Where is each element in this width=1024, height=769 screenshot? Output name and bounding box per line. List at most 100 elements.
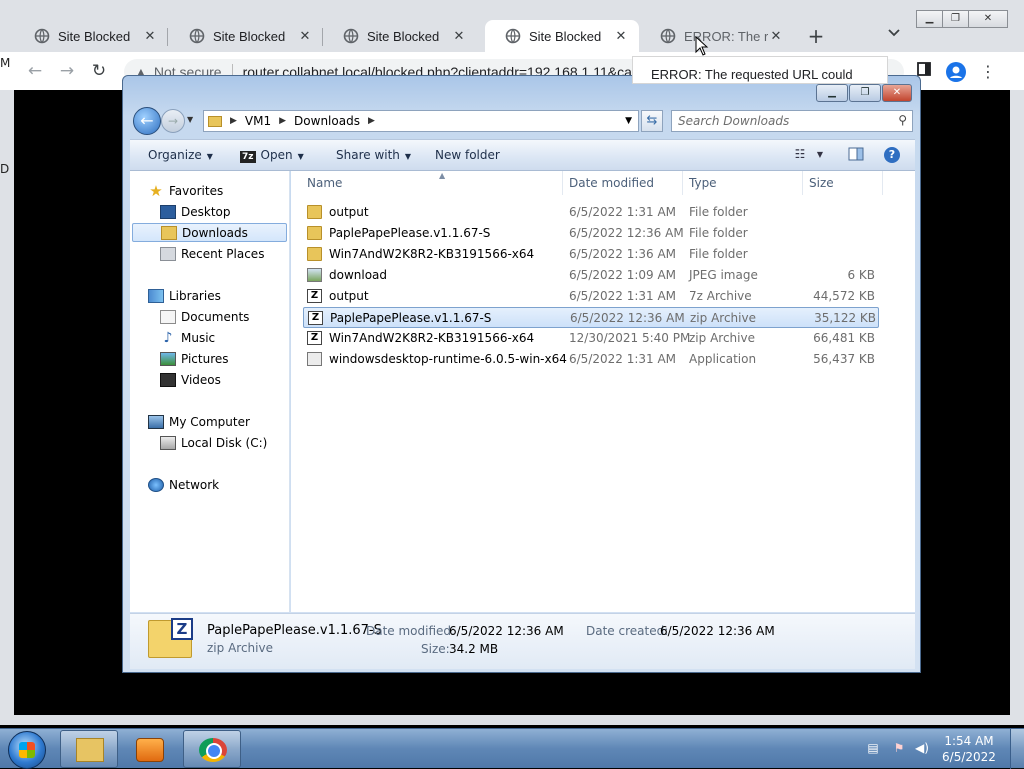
nav-recent-places[interactable]: Recent Places [160, 244, 264, 263]
view-dropdown-icon[interactable]: ▼ [814, 147, 826, 163]
history-dropdown-icon[interactable]: ▼ [187, 115, 193, 124]
help-icon[interactable]: ? [884, 147, 900, 163]
file-row[interactable]: output 6/5/2022 1:31 AM File folder [303, 202, 879, 223]
browser-maximize-button[interactable]: ❐ [942, 10, 969, 28]
nav-favorites[interactable]: ★ Favorites [148, 181, 223, 200]
tab-site-blocked-active[interactable]: Site Blocked ✕ [485, 20, 639, 52]
windows-logo-icon [19, 742, 35, 758]
breadcrumb-arrow-icon[interactable]: ▶ [368, 116, 375, 126]
archive-icon: Z [307, 331, 322, 345]
nav-label: Pictures [181, 351, 229, 366]
search-placeholder: Search Downloads [678, 114, 790, 128]
tab-close-icon[interactable]: ✕ [297, 28, 313, 44]
tab-close-icon[interactable]: ✕ [451, 28, 467, 44]
nav-videos[interactable]: Videos [160, 370, 221, 389]
globe-icon [189, 28, 205, 44]
organize-button[interactable]: Organize ▼ [148, 148, 213, 162]
taskbar-chrome-button[interactable] [183, 730, 241, 768]
breadcrumb-downloads[interactable]: Downloads [294, 114, 360, 128]
file-date: 6/5/2022 1:31 AM [569, 205, 677, 219]
explorer-close-button[interactable]: ✕ [882, 84, 912, 102]
file-name: windowsdesktop-runtime-6.0.5-win-x64 [329, 352, 567, 366]
explorer-search-input[interactable]: Search Downloads ⚲ [671, 110, 913, 132]
mouse-cursor-icon [695, 36, 709, 56]
archive-glyph: Z [171, 618, 193, 640]
file-name: output [329, 205, 369, 219]
column-header-name[interactable]: Name ▲ [301, 171, 563, 195]
share-with-label: Share with [336, 148, 400, 162]
new-folder-button[interactable]: New folder [435, 148, 500, 162]
globe-icon [343, 28, 359, 44]
file-row[interactable]: Z Win7AndW2K8R2-KB3191566-x64 12/30/2021… [303, 328, 879, 349]
profile-avatar-icon[interactable] [946, 62, 966, 82]
tab-site-blocked-2[interactable]: Site Blocked ✕ [169, 20, 323, 52]
file-row[interactable]: windowsdesktop-runtime-6.0.5-win-x64 6/5… [303, 349, 879, 370]
file-row[interactable]: Z output 6/5/2022 1:31 AM 7z Archive 44,… [303, 286, 879, 307]
view-options-icon[interactable]: ☷ [792, 147, 808, 163]
open-button[interactable]: 7z Open ▼ [240, 148, 304, 163]
forward-arrow-icon[interactable]: → [56, 60, 78, 82]
nav-libraries[interactable]: Libraries [148, 286, 221, 305]
share-with-button[interactable]: Share with ▼ [336, 148, 411, 162]
taskbar-media-player-button[interactable] [120, 730, 178, 768]
tab-site-blocked-1[interactable]: Site Blocked ✕ [14, 20, 168, 52]
tab-close-icon[interactable]: ✕ [768, 28, 784, 44]
show-desktop-button[interactable] [1010, 729, 1024, 769]
file-type: Application [689, 352, 757, 366]
nav-downloads[interactable]: Downloads [132, 223, 287, 242]
details-date-modified-label: Date modified: [366, 624, 456, 638]
file-size: 44,572 KB [813, 289, 875, 303]
nav-music[interactable]: ♪ Music [160, 328, 216, 347]
explorer-minimize-button[interactable]: ▁ [816, 84, 848, 102]
new-tab-button[interactable]: + [806, 26, 826, 46]
nav-pictures[interactable]: Pictures [160, 349, 229, 368]
tab-site-blocked-3[interactable]: Site Blocked ✕ [323, 20, 477, 52]
system-clock[interactable]: 1:54 AM 6/5/2022 [938, 733, 1000, 765]
nav-local-disk[interactable]: Local Disk (C:) [160, 433, 267, 452]
globe-icon [660, 28, 676, 44]
details-file-name: PaplePapePlease.v1.1.67-S [207, 623, 382, 638]
page-edge-text-2: D [0, 162, 10, 176]
tab-strip: Site Blocked ✕ Site Blocked ✕ Site Block… [0, 0, 1024, 52]
explorer-refresh-icon[interactable]: ⇆ [641, 110, 663, 132]
breadcrumb-vm1[interactable]: VM1 [245, 114, 271, 128]
explorer-forward-icon[interactable]: → [161, 109, 185, 133]
tray-action-center-icon[interactable]: ⚑ [892, 741, 906, 755]
tab-label: Site Blocked [529, 28, 602, 44]
explorer-maximize-button[interactable]: ❐ [849, 84, 881, 102]
tab-close-icon[interactable]: ✕ [142, 28, 158, 44]
explorer-breadcrumb[interactable]: ▶ VM1 ▶ Downloads ▶ ▼ [203, 110, 639, 132]
menu-kebab-icon[interactable]: ⋮ [978, 62, 998, 82]
browser-minimize-button[interactable]: ▁ [916, 10, 943, 28]
file-row[interactable]: Win7AndW2K8R2-KB3191566-x64 6/5/2022 1:3… [303, 244, 879, 265]
column-header-size[interactable]: Size [803, 171, 883, 195]
nav-documents[interactable]: Documents [160, 307, 249, 326]
reload-icon[interactable]: ↻ [88, 60, 110, 82]
address-dropdown-icon[interactable]: ▼ [625, 116, 632, 126]
explorer-back-icon[interactable]: ← [133, 107, 161, 135]
search-icon[interactable]: ⚲ [898, 113, 907, 127]
preview-pane-icon[interactable] [848, 147, 864, 163]
file-name: download [329, 268, 388, 282]
tab-close-icon[interactable]: ✕ [613, 28, 629, 44]
column-label: Type [689, 176, 717, 190]
tab-error[interactable]: ERROR: The requ ✕ [640, 20, 794, 52]
file-row[interactable]: PaplePapePlease.v1.1.67-S 6/5/2022 12:36… [303, 223, 879, 244]
breadcrumb-arrow-icon[interactable]: ▶ [279, 116, 286, 126]
browser-close-button[interactable]: ✕ [968, 10, 1008, 28]
taskbar-explorer-button[interactable] [60, 730, 118, 768]
file-row[interactable]: download 6/5/2022 1:09 AM JPEG image 6 K… [303, 265, 879, 286]
file-row-selected[interactable]: Z PaplePapePlease.v1.1.67-S 6/5/2022 12:… [303, 307, 879, 328]
nav-my-computer[interactable]: My Computer [148, 412, 250, 431]
tray-volume-icon[interactable]: ◀) [915, 741, 929, 755]
tray-network-icon[interactable]: ▤ [866, 741, 880, 755]
column-header-type[interactable]: Type [683, 171, 803, 195]
start-button[interactable] [8, 731, 46, 769]
tab-search-chevron-icon[interactable] [884, 26, 904, 46]
back-arrow-icon[interactable]: ← [24, 60, 46, 82]
column-header-date[interactable]: Date modified [563, 171, 683, 195]
nav-network[interactable]: Network [148, 475, 219, 494]
breadcrumb-arrow-icon[interactable]: ▶ [230, 116, 237, 126]
desktop-icon [160, 204, 176, 219]
nav-desktop[interactable]: Desktop [160, 202, 231, 221]
